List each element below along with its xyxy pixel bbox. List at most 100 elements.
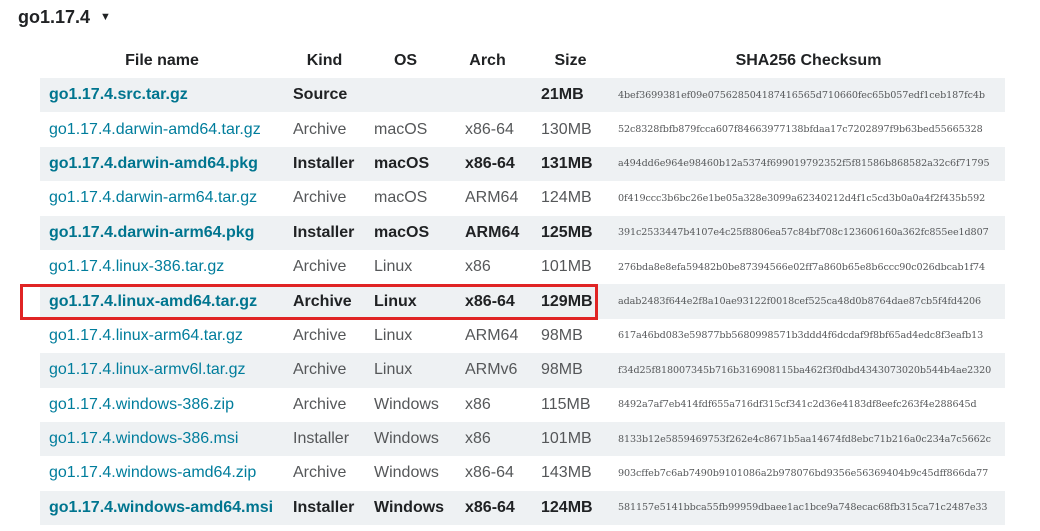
checksum-cell: 903cffeb7c6ab7490b9101086a2b978076bd9356… — [618, 467, 989, 479]
arch-cell: x86-64 — [465, 120, 514, 138]
download-link[interactable]: go1.17.4.darwin-arm64.pkg — [49, 224, 254, 241]
table-row: go1.17.4.darwin-amd64.tar.gz Archive macOS… — [40, 112, 1005, 146]
download-link[interactable]: go1.17.4.linux-amd64.tar.gz — [49, 293, 257, 310]
kind-cell: Source — [284, 78, 365, 113]
checksum-cell: 276bda8e8efa59482b0be87394566e02ff7a860b… — [618, 261, 986, 273]
arch-cell — [446, 78, 529, 113]
table-row: go1.17.4.linux-armv6l.tar.gz Archive Linux… — [40, 353, 1005, 388]
download-link[interactable]: go1.17.4.linux-arm64.tar.gz — [49, 327, 243, 344]
table-row: go1.17.4.windows-386.msi Installer Windows… — [40, 421, 1005, 457]
table-header-row: File name Kind OS Arch Size SHA256 Check… — [40, 44, 1005, 78]
checksum-cell: 0f419ccc3b6bc26e1be05a328e3099a62340212d… — [618, 192, 986, 204]
file-name-cell: go1.17.4.linux-arm64.tar.gz — [40, 319, 284, 353]
os-cell: Linux — [374, 326, 413, 344]
download-link[interactable]: go1.17.4.darwin-amd64.tar.gz — [49, 121, 261, 138]
arch-cell: x86 — [465, 258, 491, 276]
checksum-cell: 8492a7af7eb414fdf655a716df315cf341c2d36e… — [618, 399, 977, 411]
size-cell: 124MB — [541, 189, 592, 207]
file-name-cell: go1.17.4.windows-386.msi — [40, 421, 284, 457]
download-link[interactable]: go1.17.4.windows-amd64.msi — [49, 499, 273, 516]
checksum-cell: f34d25f818007345b716b316908115ba462f3f0d… — [612, 353, 1005, 388]
size-cell: 98MB — [541, 326, 583, 344]
os-cell: Windows — [365, 421, 446, 457]
os-cell: Windows — [374, 464, 439, 482]
size-cell: 101MB — [529, 421, 612, 457]
table-row: go1.17.4.linux-arm64.tar.gz Archive Linux A… — [40, 319, 1005, 353]
file-name-cell: go1.17.4.darwin-arm64.pkg — [40, 215, 284, 250]
kind-cell: Archive — [293, 258, 347, 276]
os-cell: Linux — [365, 284, 446, 319]
download-link[interactable]: go1.17.4.windows-amd64.zip — [49, 464, 256, 481]
size-cell: 125MB — [529, 215, 612, 250]
file-name-cell: go1.17.4.src.tar.gz — [40, 78, 284, 113]
file-name-cell: go1.17.4.windows-386.zip — [40, 388, 284, 422]
arch-cell: x86 — [446, 421, 529, 457]
size-cell: 124MB — [529, 490, 612, 526]
size-cell: 131MB — [529, 146, 612, 182]
checksum-cell: 8133b12e5859469753f262e4c8671b5aa14674fd… — [612, 421, 1005, 457]
kind-cell: Archive — [284, 353, 365, 388]
arch-cell: x86-64 — [446, 146, 529, 182]
arch-cell: ARM64 — [465, 326, 519, 344]
column-header-size: Size — [554, 52, 587, 69]
version-title[interactable]: go1.17.4 — [18, 7, 90, 28]
checksum-cell: 52c8328fbfb879fcca607f84663977138bfdaa17… — [618, 124, 983, 136]
file-name-cell: go1.17.4.linux-armv6l.tar.gz — [40, 353, 284, 388]
kind-cell: Archive — [293, 189, 347, 207]
file-name-cell: go1.17.4.darwin-amd64.pkg — [40, 146, 284, 182]
kind-cell: Archive — [293, 120, 347, 138]
os-cell: Windows — [365, 490, 446, 526]
download-link[interactable]: go1.17.4.windows-386.zip — [49, 396, 234, 413]
caret-down-icon[interactable]: ▼ — [100, 11, 111, 23]
column-header-kind: Kind — [306, 52, 343, 69]
table-row: go1.17.4.windows-amd64.zip Archive Windows… — [40, 456, 1005, 490]
download-link[interactable]: go1.17.4.src.tar.gz — [49, 86, 188, 103]
download-link[interactable]: go1.17.4.linux-386.tar.gz — [49, 258, 224, 275]
downloads-table: File name Kind OS Arch Size SHA256 Check… — [40, 44, 1005, 526]
file-name-cell: go1.17.4.windows-amd64.zip — [40, 456, 284, 490]
kind-cell: Archive — [293, 395, 347, 413]
download-link[interactable]: go1.17.4.linux-armv6l.tar.gz — [49, 361, 246, 378]
table-row: go1.17.4.linux-amd64.tar.gz Archive Linux x… — [40, 284, 1005, 319]
version-toggle[interactable]: go1.17.4 ▼ — [18, 5, 111, 29]
file-name-cell: go1.17.4.darwin-arm64.tar.gz — [40, 181, 284, 215]
column-header-file-name: File name — [125, 52, 199, 69]
file-name-cell: go1.17.4.darwin-amd64.tar.gz — [40, 112, 284, 146]
checksum-cell: 581157e5141bbca55fb99959dbaee1ac1bce9a74… — [612, 490, 1005, 526]
size-cell: 101MB — [541, 258, 592, 276]
table-row: go1.17.4.darwin-arm64.tar.gz Archive macOS… — [40, 181, 1005, 215]
download-link[interactable]: go1.17.4.darwin-arm64.tar.gz — [49, 189, 257, 206]
file-name-cell: go1.17.4.linux-386.tar.gz — [40, 250, 284, 284]
os-cell: macOS — [365, 146, 446, 182]
size-cell: 98MB — [529, 353, 612, 388]
kind-cell: Archive — [284, 284, 365, 319]
arch-cell: x86-64 — [446, 490, 529, 526]
arch-cell: x86 — [465, 395, 491, 413]
kind-cell: Installer — [284, 421, 365, 457]
size-cell: 115MB — [541, 395, 591, 413]
table-row: go1.17.4.windows-386.zip Archive Windows x8… — [40, 388, 1005, 422]
checksum-cell: a494dd6e964e98460b12a5374f699019792352f5… — [612, 146, 1005, 182]
checksum-cell: 4bef3699381ef09e075628504187416565d71066… — [612, 78, 1005, 113]
os-cell: Windows — [374, 395, 439, 413]
download-link[interactable]: go1.17.4.darwin-amd64.pkg — [49, 155, 258, 172]
table-row: go1.17.4.src.tar.gz Source 21MB 4bef3699381… — [40, 78, 1005, 113]
column-header-arch: Arch — [469, 52, 506, 69]
table-row: go1.17.4.linux-386.tar.gz Archive Linux x86… — [40, 250, 1005, 284]
table-row: go1.17.4.windows-amd64.msi Installer Windo… — [40, 490, 1005, 526]
checksum-cell: 617a46bd083e59877bb5680998571b3ddd4f6dcd… — [618, 330, 984, 342]
column-header-checksum: SHA256 Checksum — [735, 52, 882, 69]
arch-cell: ARM64 — [446, 215, 529, 250]
arch-cell: x86-64 — [465, 464, 514, 482]
size-cell: 130MB — [541, 120, 592, 138]
file-name-cell: go1.17.4.windows-amd64.msi — [40, 490, 284, 526]
checksum-cell: 391c2533447b4107e4c25f8806ea57c84bf708c1… — [612, 215, 1005, 250]
size-cell: 21MB — [529, 78, 612, 113]
kind-cell: Installer — [284, 146, 365, 182]
kind-cell: Archive — [293, 464, 347, 482]
file-name-cell: go1.17.4.linux-amd64.tar.gz — [40, 284, 284, 319]
checksum-cell: adab2483f644e2f8a10ae93122f0018cef525ca4… — [612, 284, 1005, 319]
size-cell: 143MB — [541, 464, 592, 482]
download-link[interactable]: go1.17.4.windows-386.msi — [49, 430, 238, 447]
os-cell: Linux — [365, 353, 446, 388]
